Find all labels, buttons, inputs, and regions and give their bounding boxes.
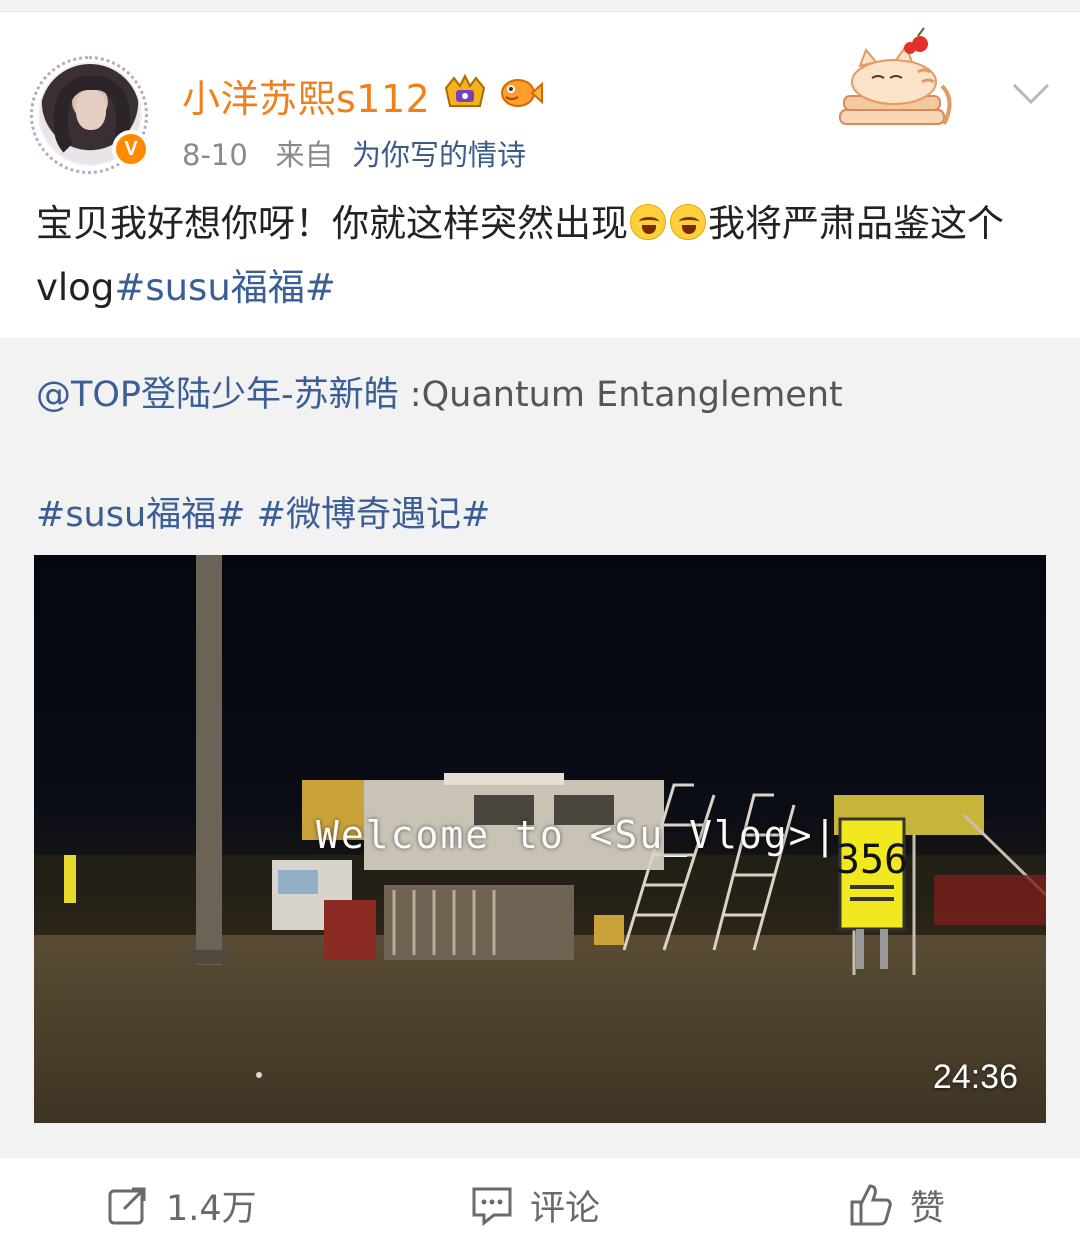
comment-label: 评论 <box>530 1188 601 1229</box>
cat-sticker-icon[interactable] <box>832 26 962 142</box>
repost-title-text: :Quantum Entanglement <box>398 375 843 415</box>
video-overlay-title: Welcome to <Su_Vlog>| <box>316 813 839 857</box>
video-duration: 24:36 <box>932 1058 1018 1096</box>
fish-badge-icon[interactable] <box>498 72 544 112</box>
repost-button[interactable]: 1.4万 <box>106 1180 257 1230</box>
comment-button[interactable]: 评论 <box>470 1180 600 1230</box>
mention-link[interactable]: @TOP登陆少年-苏新皓 <box>36 375 399 415</box>
repost-topics[interactable]: #susu福福# #微博奇遇记# <box>36 486 490 537</box>
post-meta: 8-10 来自 为你写的情诗 <box>182 132 526 174</box>
post-source[interactable]: 为你写的情诗 <box>352 138 526 172</box>
username[interactable]: 小洋苏熙s112 <box>182 68 430 123</box>
repost-title: @TOP登陆少年-苏新皓 :Quantum Entanglement <box>36 366 843 417</box>
action-bar: 1.4万 评论 赞 <box>0 1158 1080 1253</box>
from-label: 来自 <box>275 138 334 172</box>
gate-sign-number: 356 <box>836 837 908 883</box>
repost-icon <box>108 1187 146 1225</box>
video-player[interactable]: 356 Welcome to <Su_Vlog>| 24:36 <box>34 555 1046 1123</box>
post-text-part1: 宝贝我好想你呀！你就这样突然出现 <box>36 202 628 245</box>
chevron-down-icon[interactable] <box>1008 70 1054 116</box>
post-text: 宝贝我好想你呀！你就这样突然出现 我将严肃品鉴这个vlog#susu福福# <box>36 192 1048 320</box>
like-label: 赞 <box>910 1188 946 1229</box>
laugh-tears-emoji-icon <box>670 204 706 240</box>
top-divider <box>0 0 1080 12</box>
laugh-tears-emoji-icon <box>630 204 666 240</box>
crown-badge-icon[interactable] <box>442 72 488 112</box>
comment-icon <box>472 1187 512 1227</box>
repost-count: 1.4万 <box>166 1188 257 1229</box>
like-button[interactable]: 赞 <box>848 1180 945 1230</box>
topic-link[interactable]: #susu福福# <box>114 266 335 309</box>
repost-card[interactable]: @TOP登陆少年-苏新皓 :Quantum Entanglement #susu… <box>0 338 1080 1158</box>
verified-badge-icon: V <box>112 130 150 168</box>
avatar[interactable]: V <box>30 56 150 174</box>
post-header: V 小洋苏熙s112 8-10 来自 为你写的情诗 <box>0 12 1080 180</box>
post-date: 8-10 <box>182 138 248 172</box>
like-icon <box>850 1184 892 1226</box>
